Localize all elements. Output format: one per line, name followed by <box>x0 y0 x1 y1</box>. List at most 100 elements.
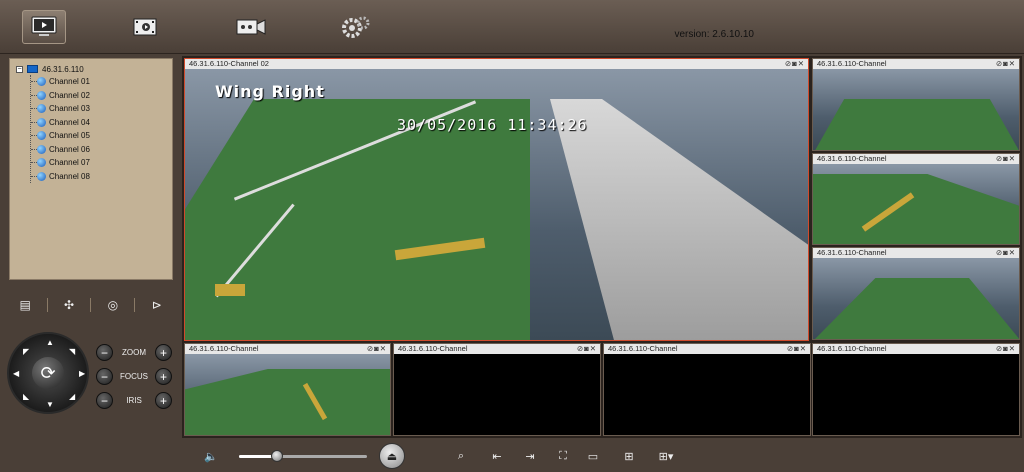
pane-controls[interactable]: ⊘◙✕ <box>996 248 1019 258</box>
video-pane-6[interactable]: 46.31.6.110-Channel ⊘◙✕ <box>393 343 601 436</box>
focus-plus-button[interactable]: + <box>155 368 172 385</box>
tree-item-channel-02[interactable]: Channel 02 <box>31 89 166 103</box>
video-pane-2[interactable]: 46.31.6.110-Channel ⊘◙✕ <box>812 58 1020 151</box>
preset-button[interactable]: ▤ <box>14 294 36 316</box>
video-pane-3[interactable]: 46.31.6.110-Channel ⊘◙✕ <box>812 153 1020 245</box>
osd-camera-name: Wing Right <box>215 82 325 101</box>
video-feed: Wing Right 30/05/2016 11:34:26 <box>185 69 808 340</box>
volume-thumb[interactable] <box>271 450 284 462</box>
tree-item-channel-05[interactable]: Channel 05 <box>31 129 166 143</box>
video-record-icon <box>236 19 266 35</box>
video-pane-large[interactable]: 46.31.6.110-Channel 02 ⊘◙✕ Wing Right 30… <box>184 58 809 341</box>
eject-button[interactable]: ⏏ <box>379 443 405 469</box>
arrow-right-icon[interactable]: ▶ <box>79 369 85 378</box>
ship-deck <box>185 99 530 340</box>
arrow-up-left-icon[interactable]: ◤ <box>23 347 29 356</box>
arrow-left-icon[interactable]: ◀ <box>13 369 19 378</box>
collapse-toggle[interactable]: − <box>16 65 23 73</box>
live-view-button[interactable] <box>22 10 66 44</box>
tree-item-channel-03[interactable]: Channel 03 <box>31 102 166 116</box>
version-label: version: 2.6.10.10 <box>674 29 755 40</box>
layout-more-button[interactable]: ⊞▾ <box>657 449 675 463</box>
pane-controls[interactable]: ⊘◙✕ <box>996 344 1019 354</box>
arrow-down-right-icon[interactable]: ◢ <box>69 392 75 401</box>
osd-timestamp: 30/05/2016 11:34:26 <box>397 116 588 134</box>
digital-zoom-button[interactable]: ⌕ <box>454 449 468 463</box>
eject-icon: ⏏ <box>386 450 398 463</box>
top-toolbar: version: 2.6.10.10 <box>0 0 1024 54</box>
zoom-out-button[interactable]: − <box>96 344 113 361</box>
device-tree: − 46.31.6.110 Channel 01 Channel 02 Chan… <box>9 58 173 280</box>
prev-page-button[interactable]: ⇤ <box>490 449 504 463</box>
focus-label: FOCUS <box>120 372 148 381</box>
pane-title: 46.31.6.110-Channel <box>817 248 887 257</box>
video-feed <box>185 354 390 435</box>
channel-label: Channel 05 <box>49 131 90 141</box>
channel-label: Channel 03 <box>49 104 90 114</box>
arrow-down-icon[interactable]: ▼ <box>46 400 54 409</box>
tree-item-channel-01[interactable]: Channel 01 <box>31 75 166 89</box>
camera-icon <box>37 158 46 168</box>
pane-controls[interactable]: ⊘◙✕ <box>996 59 1019 69</box>
ptz-joystick[interactable]: ▲ ▼ ◀ ▶ ◤ ◥ ◣ ◢ ⟳ <box>7 332 89 414</box>
computer-icon <box>27 65 38 73</box>
iris-label: IRIS <box>126 396 142 405</box>
focus-minus-button[interactable]: − <box>96 368 113 385</box>
record-button[interactable] <box>229 10 273 44</box>
camera-icon <box>37 104 46 114</box>
arrow-up-right-icon[interactable]: ◥ <box>69 347 75 356</box>
auto-scan-button[interactable]: ⟳ <box>32 357 64 389</box>
gear-icon <box>342 16 370 38</box>
pane-controls[interactable]: ⊘◙✕ <box>577 344 600 354</box>
channel-label: Channel 01 <box>49 77 90 87</box>
bottom-toolbar: 🔈 ⏏ ⌕ ⇤ ⇥ ⛶ ▭ ⊞ ⊞▾ <box>182 440 1024 472</box>
video-pane-5[interactable]: 46.31.6.110-Channel ⊘◙✕ <box>184 343 391 436</box>
fullscreen-icon: ⛶ <box>559 449 567 462</box>
next-page-button[interactable]: ⇥ <box>523 449 537 463</box>
zoom-in-button[interactable]: + <box>155 344 172 361</box>
arrow-up-icon[interactable]: ▲ <box>46 338 54 347</box>
speaker-muted-icon: 🔈 <box>204 450 218 463</box>
video-grid: 46.31.6.110-Channel 02 ⊘◙✕ Wing Right 30… <box>182 56 1022 438</box>
layout-1-icon: ▭ <box>587 450 599 463</box>
pane-controls[interactable]: ⊘◙✕ <box>787 344 810 354</box>
tree-root-device[interactable]: − 46.31.6.110 <box>16 63 166 75</box>
channel-list: Channel 01 Channel 02 Channel 03 Channel… <box>30 75 166 183</box>
video-feed <box>813 164 1019 244</box>
settings-button[interactable] <box>334 10 378 44</box>
track-button[interactable]: ◎ <box>102 294 124 316</box>
volume-slider[interactable] <box>239 450 367 462</box>
pane-header: 46.31.6.110-Channel ⊘◙✕ <box>813 344 1019 354</box>
monitor-play-icon <box>31 16 57 36</box>
pane-controls[interactable]: ⊘◙✕ <box>996 154 1019 164</box>
tree-item-channel-08[interactable]: Channel 08 <box>31 170 166 184</box>
pane-controls[interactable]: ⊘◙✕ <box>785 59 808 69</box>
pane-title: 46.31.6.110-Channel <box>398 344 468 353</box>
iris-minus-button[interactable]: − <box>96 392 113 409</box>
pane-header: 46.31.6.110-Channel ⊘◙✕ <box>813 154 1019 164</box>
layout-1-button[interactable]: ▭ <box>586 449 600 463</box>
arrow-down-left-icon[interactable]: ◣ <box>23 392 29 401</box>
pane-header: 46.31.6.110-Channel ⊘◙✕ <box>604 344 810 354</box>
video-pane-8[interactable]: 46.31.6.110-Channel ⊘◙✕ <box>812 343 1020 436</box>
mute-button[interactable]: 🔈 <box>204 449 218 463</box>
pane-title: 46.31.6.110-Channel 02 <box>189 59 269 68</box>
pane-title: 46.31.6.110-Channel <box>817 154 887 163</box>
iris-plus-button[interactable]: + <box>155 392 172 409</box>
channel-label: Channel 06 <box>49 144 90 154</box>
playback-button[interactable] <box>124 10 168 44</box>
pattern-button[interactable]: ⊳ <box>146 294 168 316</box>
tree-item-channel-06[interactable]: Channel 06 <box>31 143 166 157</box>
patrol-button[interactable]: ✣ <box>58 294 80 316</box>
video-pane-4[interactable]: 46.31.6.110-Channel ⊘◙✕ <box>812 247 1020 340</box>
fullscreen-button[interactable]: ⛶ <box>556 449 570 463</box>
camera-icon <box>37 90 46 100</box>
pane-title: 46.31.6.110-Channel <box>189 344 259 353</box>
pane-controls[interactable]: ⊘◙✕ <box>367 344 390 354</box>
tree-item-channel-04[interactable]: Channel 04 <box>31 116 166 130</box>
video-feed-empty <box>394 354 600 435</box>
layout-4-button[interactable]: ⊞ <box>622 449 636 463</box>
tree-item-channel-07[interactable]: Channel 07 <box>31 156 166 170</box>
video-pane-7[interactable]: 46.31.6.110-Channel ⊘◙✕ <box>603 343 811 436</box>
pane-title: 46.31.6.110-Channel <box>817 344 887 353</box>
